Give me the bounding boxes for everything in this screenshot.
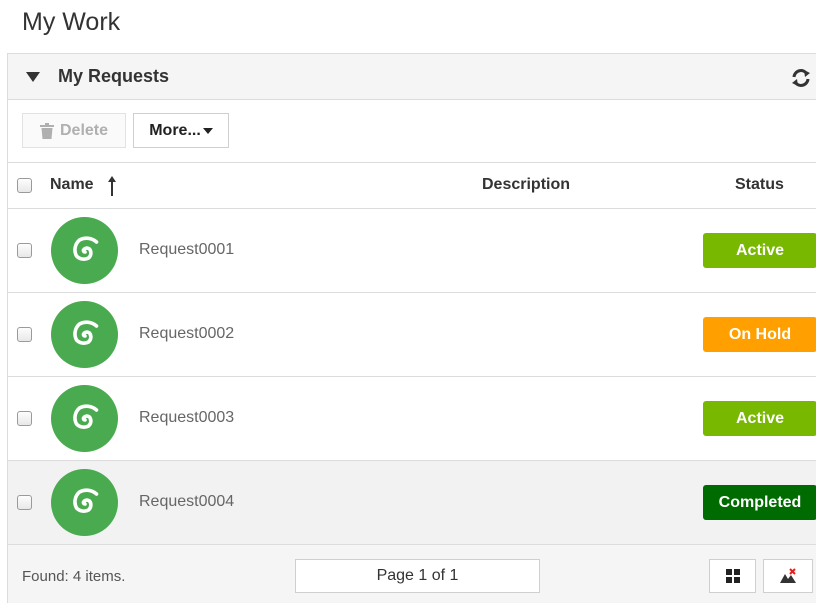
delete-button[interactable]: Delete xyxy=(22,113,126,148)
spiral-icon xyxy=(72,487,98,513)
status-badge: Completed xyxy=(703,485,816,520)
triangle-down-icon[interactable] xyxy=(26,72,40,82)
caret-down-icon xyxy=(202,127,213,134)
request-name[interactable]: Request0002 xyxy=(139,325,234,343)
table-header: Name Description Status xyxy=(8,163,816,209)
list-footer: Found: 4 items. Page 1 of 1 xyxy=(8,545,816,603)
status-badge: Active xyxy=(703,401,816,436)
toolbar: Delete More... xyxy=(8,100,816,163)
row-checkbox[interactable] xyxy=(17,243,32,258)
pager[interactable]: Page 1 of 1 xyxy=(295,559,540,593)
request-name[interactable]: Request0003 xyxy=(139,409,234,427)
row-checkbox[interactable] xyxy=(17,327,32,342)
table-row[interactable]: Request0002 On Hold xyxy=(8,293,816,377)
table-row[interactable]: Request0003 Active xyxy=(8,377,816,461)
spiral-icon xyxy=(72,235,98,261)
more-button-label: More... xyxy=(149,121,201,139)
avatar xyxy=(51,469,118,536)
sort-ascending-icon[interactable] xyxy=(108,176,116,196)
my-requests-panel: My Requests Delete More... Name Descript… xyxy=(7,53,816,603)
column-header-name[interactable]: Name xyxy=(50,176,94,194)
more-button[interactable]: More... xyxy=(133,113,229,148)
row-checkbox[interactable] xyxy=(17,411,32,426)
panel-title: My Requests xyxy=(58,66,170,86)
row-checkbox[interactable] xyxy=(17,495,32,510)
column-header-status[interactable]: Status xyxy=(735,176,784,194)
avatar xyxy=(51,385,118,452)
found-count: Found: 4 items. xyxy=(22,568,126,585)
spiral-icon xyxy=(72,403,98,429)
delete-button-label: Delete xyxy=(59,121,109,139)
panel-header: My Requests xyxy=(8,54,816,100)
page-title: My Work xyxy=(22,8,121,36)
no-thumbnail-icon xyxy=(780,568,796,583)
grid-view-button[interactable] xyxy=(709,559,756,593)
refresh-icon[interactable] xyxy=(790,68,812,88)
grid-view-icon xyxy=(725,569,740,583)
request-list: Request0001 Active Request0002 On Hold R… xyxy=(8,209,816,545)
request-name[interactable]: Request0004 xyxy=(139,493,234,511)
table-row[interactable]: Request0001 Active xyxy=(8,209,816,293)
status-badge: Active xyxy=(703,233,816,268)
column-header-description[interactable]: Description xyxy=(482,176,570,194)
table-row[interactable]: Request0004 Completed xyxy=(8,461,816,545)
avatar xyxy=(51,217,118,284)
trash-icon xyxy=(39,122,54,139)
thumbnail-view-button[interactable] xyxy=(763,559,813,593)
spiral-icon xyxy=(72,319,98,345)
status-badge: On Hold xyxy=(703,317,816,352)
request-name[interactable]: Request0001 xyxy=(139,241,234,259)
select-all-checkbox[interactable] xyxy=(17,178,32,193)
avatar xyxy=(51,301,118,368)
